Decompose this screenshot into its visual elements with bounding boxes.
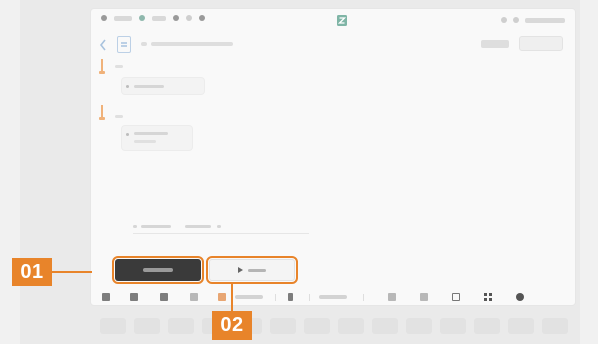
settings-icon[interactable]	[515, 292, 525, 302]
option-row[interactable]	[133, 223, 309, 234]
option-label	[141, 225, 171, 228]
dock-tile	[168, 318, 194, 334]
callout-badge-02: 02	[212, 311, 252, 340]
table-icon[interactable]	[189, 292, 199, 302]
dock-tile	[508, 318, 534, 334]
save-button[interactable]	[112, 256, 204, 284]
bell-icon	[186, 15, 192, 21]
back-icon[interactable]	[99, 39, 107, 51]
layers-icon[interactable]	[159, 292, 169, 302]
callout-connector-01	[52, 271, 92, 273]
shape-icon[interactable]	[451, 292, 461, 302]
chart-icon[interactable]	[217, 292, 227, 302]
run-button[interactable]	[206, 256, 298, 284]
bullet-icon	[126, 85, 129, 88]
dock-tile	[100, 318, 126, 334]
chevron-down-icon	[217, 225, 221, 228]
callout-badge-01: 01	[12, 258, 52, 286]
grid-icon[interactable]	[101, 292, 111, 302]
bullet-icon	[126, 133, 129, 136]
callout-connector-02	[231, 283, 233, 311]
app-screen	[90, 8, 576, 306]
dock-tile	[372, 318, 398, 334]
dock-tile	[304, 318, 330, 334]
status-bar	[101, 15, 565, 27]
battery-icon	[199, 15, 205, 21]
apps-grid-icon[interactable]	[483, 292, 493, 302]
page-title	[151, 42, 233, 46]
status-indicator	[152, 15, 166, 21]
step-marker-2	[99, 105, 105, 120]
dock-tile	[474, 318, 500, 334]
app-logo-icon	[337, 15, 347, 26]
step-card-2[interactable]	[121, 125, 193, 151]
alarm-icon	[513, 17, 519, 23]
dock-strip	[90, 318, 576, 334]
doc-icon[interactable]	[419, 292, 429, 302]
primary-header-button[interactable]	[519, 36, 563, 51]
toolbar-divider	[275, 294, 276, 301]
bottom-toolbar	[101, 292, 565, 304]
link-icon[interactable]	[387, 292, 397, 302]
step-card-subtext	[134, 140, 156, 143]
location-icon	[173, 15, 179, 21]
run-button-label	[248, 268, 266, 272]
step-card-text	[134, 85, 164, 88]
image-icon[interactable]	[129, 292, 139, 302]
save-button-label	[143, 268, 173, 272]
dock-tile	[338, 318, 364, 334]
dock-tile	[406, 318, 432, 334]
pin-icon[interactable]	[285, 292, 295, 302]
status-right-text	[525, 17, 565, 23]
toolbar-divider	[309, 294, 310, 301]
dock-tile	[542, 318, 568, 334]
option-value	[185, 225, 211, 228]
device-frame	[20, 0, 580, 344]
secondary-header-button[interactable]	[481, 40, 509, 48]
step-marker-1	[99, 59, 105, 74]
step-label-2	[115, 115, 123, 118]
status-time	[114, 15, 132, 21]
wifi-icon	[139, 15, 145, 21]
step-label-1	[115, 65, 123, 68]
dock-tile	[134, 318, 160, 334]
page-header	[99, 35, 563, 55]
step-card-text	[134, 132, 168, 135]
status-bar-right	[501, 17, 565, 23]
play-icon	[238, 267, 243, 273]
dock-tile	[270, 318, 296, 334]
signal-icon	[101, 15, 107, 21]
option-dot	[133, 225, 137, 228]
toolbar-text-2[interactable]	[319, 295, 347, 299]
title-prefix	[141, 42, 147, 46]
document-icon	[117, 36, 131, 53]
mute-icon	[501, 17, 507, 23]
dock-tile	[440, 318, 466, 334]
toolbar-divider	[363, 294, 364, 301]
step-card-1[interactable]	[121, 77, 205, 95]
status-bar-left	[101, 15, 205, 21]
toolbar-text-1[interactable]	[235, 295, 263, 299]
